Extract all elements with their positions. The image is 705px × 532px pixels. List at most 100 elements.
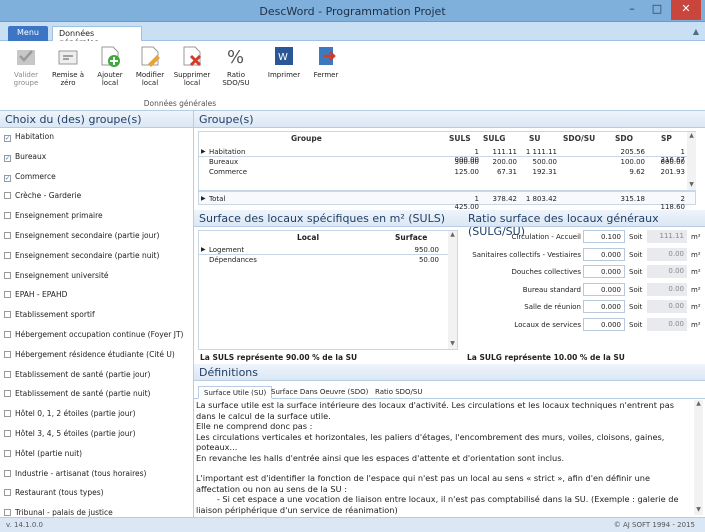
group-checkbox-item[interactable]: Crèche - Garderie: [0, 187, 193, 207]
checkbox[interactable]: [4, 251, 11, 259]
checkbox[interactable]: ✓: [4, 174, 11, 182]
checkbox[interactable]: [4, 350, 11, 358]
tab-donnees-generales[interactable]: Données générales: [52, 26, 142, 47]
group-checkbox-item[interactable]: Hébergement occupation continue (Foyer J…: [0, 326, 193, 346]
checkbox[interactable]: [4, 231, 11, 239]
scroll-down-icon[interactable]: ▼: [687, 181, 696, 190]
group-checklist: ✓ Habitation ✓ Bureaux ✓ Commerce Crèche - Gar…: [0, 128, 193, 532]
table-cell: 378.42: [492, 195, 518, 203]
checkbox[interactable]: [4, 271, 11, 279]
ratio-input[interactable]: 0.000: [583, 265, 625, 278]
checkbox[interactable]: [4, 390, 11, 398]
checkbox[interactable]: [4, 212, 11, 220]
delete-local-button[interactable]: Supprimer local: [172, 44, 212, 96]
edit-local-icon: [141, 46, 160, 67]
close-label: Fermer: [313, 71, 339, 79]
ratio-button[interactable]: % Ratio SDO/SU: [216, 44, 256, 96]
table-row[interactable]: Dépendances 50.00: [199, 255, 457, 265]
group-checkbox-item[interactable]: Enseignement secondaire (partie jour): [0, 227, 193, 247]
ratio-input[interactable]: 0.000: [583, 317, 625, 331]
tab-surface-utile[interactable]: Surface Utile (SU): [198, 386, 273, 399]
add-local-button[interactable]: Ajouter local: [90, 44, 130, 96]
print-button[interactable]: W Imprimer: [264, 44, 304, 96]
table-row[interactable]: ▶ Logement 950.00: [199, 245, 457, 255]
checkbox[interactable]: [4, 370, 11, 378]
table-row[interactable]: Bureaux 300.00 200.00 500.00 100.00 600.00: [199, 157, 695, 167]
checkbox[interactable]: [4, 429, 11, 437]
scroll-up-icon[interactable]: ▲: [687, 132, 696, 141]
group-checkbox-item[interactable]: Enseignement secondaire (partie nuit): [0, 247, 193, 267]
group-checkbox-item[interactable]: Enseignement primaire: [0, 207, 193, 227]
scroll-down-icon[interactable]: ▼: [448, 340, 457, 349]
scroll-up-icon[interactable]: ▲: [448, 231, 457, 240]
suls-scrollbar[interactable]: ▲ ▼: [448, 231, 457, 349]
checkbox-label: Bureaux: [15, 151, 47, 161]
ratio-input[interactable]: 0.000: [583, 247, 625, 261]
maximize-button[interactable]: □: [645, 0, 669, 20]
window-title: DescWord - Programmation Projet: [259, 5, 446, 18]
definitions-panel: Définitions Surface Utile (SU) Surface D…: [194, 364, 705, 517]
group-checkbox-item[interactable]: ✓ Commerce: [0, 168, 193, 188]
scroll-down-icon[interactable]: ▼: [694, 506, 703, 515]
table-cell: 100.00: [620, 158, 646, 166]
table-row[interactable]: ▶ Habitation 1 000.00 111.11 1 111.11 205.56 1…: [199, 147, 695, 164]
delete-local-label: Supprimer local: [173, 71, 211, 87]
ribbon-group-label: Données générales: [143, 99, 217, 108]
checkbox[interactable]: [4, 410, 11, 418]
checkbox[interactable]: [4, 509, 11, 517]
checkbox[interactable]: [4, 192, 11, 200]
definitions-scrollbar[interactable]: ▲ ▼: [694, 400, 703, 515]
minimize-button[interactable]: –: [620, 0, 644, 20]
checkbox[interactable]: [4, 469, 11, 477]
group-checkbox-item[interactable]: Hôtel (partie nuit): [0, 445, 193, 465]
soit-label: Soit: [629, 285, 643, 294]
group-checkbox-item[interactable]: Etablissement de santé (partie jour): [0, 366, 193, 386]
checkbox[interactable]: ✓: [4, 154, 11, 162]
table-cell: Commerce: [209, 168, 247, 176]
group-checkbox-item[interactable]: ✓ Habitation: [0, 128, 193, 148]
groups-table: Groupe SULS SULG SU SDO/SU SDO SP ▶ Habit…: [198, 131, 696, 191]
status-bar: v. 14.1.0.0 © AJ SOFT 1994 - 2015: [0, 517, 705, 532]
checkbox[interactable]: ✓: [4, 135, 11, 142]
group-checkbox-item[interactable]: Hébergement résidence étudiante (Cité U): [0, 346, 193, 366]
table-cell: 205.56: [620, 148, 646, 156]
tab-surface-dans-oeuvre[interactable]: Surface Dans Oeuvre (SDO): [266, 386, 373, 399]
validate-group-button[interactable]: Valider groupe: [6, 44, 46, 96]
checkbox[interactable]: [4, 291, 11, 299]
edit-local-button[interactable]: Modifier local: [130, 44, 170, 96]
col-local: Local: [297, 233, 320, 242]
ratio-input[interactable]: 0.100: [583, 230, 625, 243]
row-pointer-icon: ▶: [201, 195, 206, 202]
checkbox-label: Etablissement de santé (partie jour): [15, 369, 151, 379]
group-checkbox-item[interactable]: EPAH - EPAHD: [0, 286, 193, 306]
group-checkbox-item[interactable]: Industrie - artisanat (tous horaires): [0, 465, 193, 485]
unit-label: m²: [691, 285, 701, 294]
group-checkbox-item[interactable]: Restaurant (tous types): [0, 484, 193, 504]
add-local-icon: [101, 46, 120, 67]
checkbox[interactable]: [4, 449, 11, 457]
tab-menu[interactable]: Menu: [8, 26, 48, 41]
collapse-ribbon-icon[interactable]: ▲: [693, 27, 699, 36]
close-button[interactable]: Fermer: [306, 44, 346, 96]
group-checkbox-item[interactable]: ✓ Bureaux: [0, 148, 193, 168]
reset-button[interactable]: Remise à zéro: [48, 44, 88, 96]
group-checkbox-item[interactable]: Enseignement université: [0, 267, 193, 287]
group-checkbox-item[interactable]: Hôtel 0, 1, 2 étoiles (partie jour): [0, 405, 193, 425]
checkbox[interactable]: [4, 489, 11, 497]
scroll-up-icon[interactable]: ▲: [694, 400, 703, 409]
definitions-title: Définitions: [194, 364, 705, 381]
checkbox[interactable]: [4, 330, 11, 338]
checkbox[interactable]: [4, 311, 11, 319]
group-checkbox-item[interactable]: Etablissement de santé (partie nuit): [0, 385, 193, 405]
table-cell: 950.00: [414, 246, 440, 254]
ratio-input[interactable]: 0.000: [583, 282, 625, 296]
groups-scrollbar[interactable]: ▲ ▼: [687, 132, 696, 190]
ratio-input[interactable]: 0.000: [583, 300, 625, 313]
tab-ratio-sdo-su[interactable]: Ratio SDO/SU: [370, 386, 427, 399]
group-checkbox-item[interactable]: Hôtel 3, 4, 5 étoiles (partie jour): [0, 425, 193, 445]
table-cell: 200.00: [492, 158, 518, 166]
table-row[interactable]: Commerce 125.00 67.31 192.31 9.62 201.93: [199, 167, 695, 177]
table-cell: 1 425.00: [454, 195, 480, 211]
group-checkbox-item[interactable]: Etablissement sportif: [0, 306, 193, 326]
close-window-button[interactable]: ✕: [671, 0, 701, 20]
